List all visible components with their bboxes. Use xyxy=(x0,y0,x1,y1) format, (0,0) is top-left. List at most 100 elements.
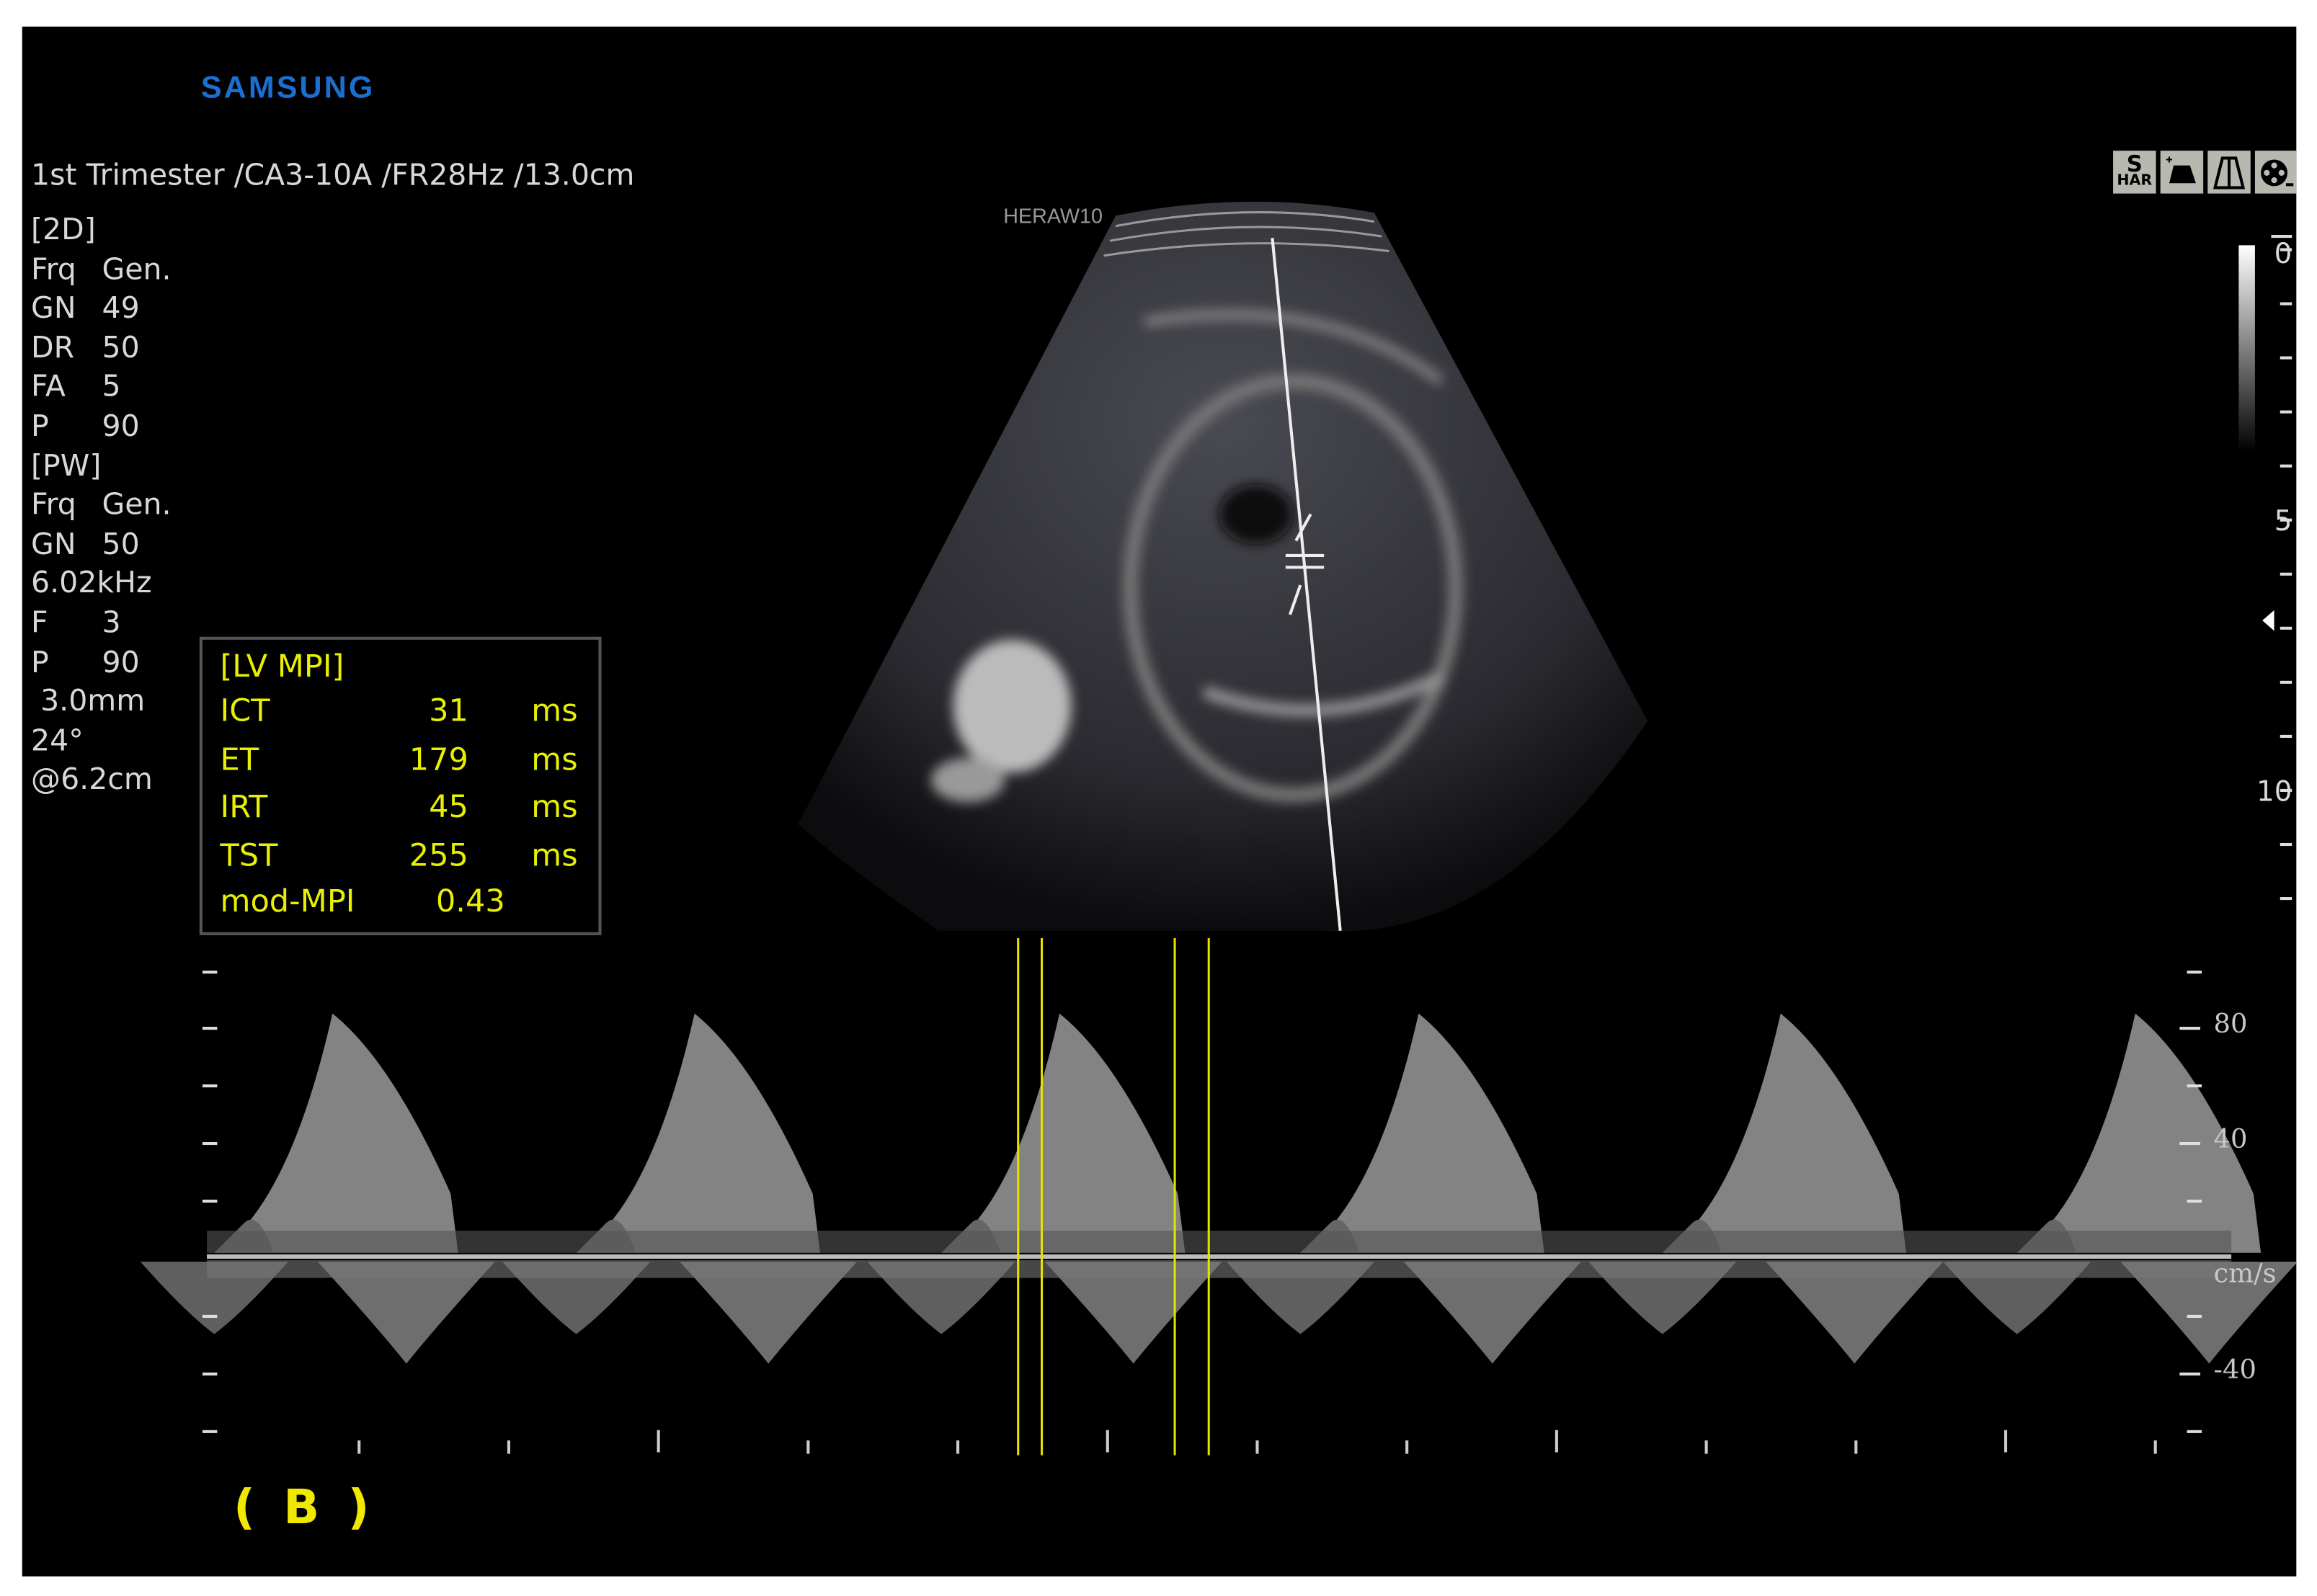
velocity-tick xyxy=(2187,1084,2202,1088)
doppler-spectrum xyxy=(140,1013,2297,1364)
time-tick xyxy=(956,1440,960,1454)
param-value: Gen. xyxy=(102,486,172,522)
velocity-tick-left xyxy=(202,1372,218,1376)
velocity-label-80: 80 xyxy=(2213,1009,2248,1040)
mpi-label: TST xyxy=(220,837,278,873)
param-label: GN xyxy=(31,525,76,561)
mpi-value: 255 xyxy=(409,837,468,873)
param-label: @6.2cm xyxy=(31,761,153,797)
velocity-tick-left xyxy=(202,1027,218,1030)
velocity-tick xyxy=(2187,1199,2202,1203)
baseline xyxy=(207,1254,2232,1259)
probe-label: HERAW10 xyxy=(1003,203,1103,228)
section-pw-title: [PW] xyxy=(31,447,102,483)
param-label: 6.02kHz xyxy=(31,564,152,601)
param-row: F3 xyxy=(31,602,171,642)
velocity-tick-left xyxy=(202,1141,218,1146)
depth-tick xyxy=(2280,842,2292,847)
mpi-unit: ms xyxy=(531,692,578,728)
param-row: P 90 xyxy=(31,406,171,446)
param-label: P xyxy=(31,643,49,679)
velocity-tick-left xyxy=(202,1430,218,1433)
velocity-tick-left xyxy=(202,971,218,974)
film-reel-icon[interactable] xyxy=(2254,151,2297,194)
param-value: 90 xyxy=(102,643,140,679)
param-label: GN xyxy=(31,290,76,326)
param-row: 24° xyxy=(31,721,171,760)
systolic-peak xyxy=(1662,1013,1907,1253)
param-label: DR xyxy=(31,329,75,365)
ultrasound-screen: SAMSUNG 1st Trimester /CA3-10A /FR28Hz /… xyxy=(22,26,2297,1577)
velocity-tick xyxy=(2179,1141,2201,1146)
mpi-label: ICT xyxy=(220,692,270,728)
mpi-value: 45 xyxy=(429,788,468,825)
velocity-tick xyxy=(2187,971,2202,974)
velocity-label-minus40: -40 xyxy=(2213,1355,2256,1386)
depth-tick xyxy=(2280,464,2292,468)
param-value: 5 xyxy=(102,368,121,404)
param-label: 3.0mm xyxy=(31,682,146,718)
systolic-peak xyxy=(1300,1013,1544,1253)
time-tick xyxy=(507,1440,511,1454)
param-row: FA 5 xyxy=(31,367,171,406)
samsung-logo: SAMSUNG xyxy=(200,71,375,105)
mpi-label: IRT xyxy=(220,788,268,825)
time-tick xyxy=(657,1430,660,1453)
systolic-peak xyxy=(576,1013,820,1253)
exam-header: 1st Trimester /CA3-10A /FR28Hz /13.0cm xyxy=(31,156,635,192)
mpi-label: ET xyxy=(220,741,259,777)
param-value: 50 xyxy=(102,329,140,365)
param-row: GN 49 xyxy=(31,288,171,328)
velocity-tick xyxy=(2187,1430,2202,1433)
param-row: DR 50 xyxy=(31,328,171,367)
velocity-tick-left xyxy=(202,1314,218,1318)
param-label: F xyxy=(31,604,48,640)
param-row: GN 50 xyxy=(31,524,171,563)
s-har-icon[interactable]: S HAR xyxy=(2113,151,2156,194)
velocity-tick xyxy=(2179,1027,2201,1030)
mpi-value: 179 xyxy=(409,741,468,777)
panel-tag: ( B ) xyxy=(233,1479,375,1535)
param-row: 6.02kHz xyxy=(31,563,171,603)
parameter-panel: [2D] Frq Gen. GN 49 DR 50 FA 5 P 90 [PW] Frq Gen. G… xyxy=(31,210,171,799)
mpi-row-irt: IRT 45 ms xyxy=(221,789,590,834)
mpi-unit: ms xyxy=(531,788,578,825)
baseline-noise xyxy=(207,1260,2232,1278)
param-row: Frq Gen. xyxy=(31,249,171,289)
velocity-tick-left xyxy=(202,1199,218,1203)
mode-icon-bar: S HAR xyxy=(2113,151,2297,194)
mpi-title: [LV MPI] xyxy=(220,648,344,685)
velocity-label-40: 40 xyxy=(2213,1124,2248,1156)
depth-tick xyxy=(2280,680,2292,684)
param-value: Gen. xyxy=(102,250,172,286)
param-row: P 90 xyxy=(31,642,171,682)
time-tick xyxy=(1106,1430,1109,1453)
time-tick xyxy=(1854,1440,1858,1454)
time-tick xyxy=(2153,1440,2157,1454)
focus-marker-icon xyxy=(2262,610,2274,631)
mpi-row-ict: ICT 31 ms xyxy=(221,693,590,738)
depth-label-10: 10 xyxy=(2256,775,2292,808)
section-2d-title: [2D] xyxy=(31,211,96,247)
param-value: 50 xyxy=(102,525,140,561)
time-tick xyxy=(1405,1440,1409,1454)
systolic-peak xyxy=(214,1013,458,1253)
param-value: 3 xyxy=(102,604,121,640)
zoom-2d-icon[interactable] xyxy=(2160,151,2204,194)
depth-tick xyxy=(2280,626,2292,630)
param-row: Frq Gen. xyxy=(31,485,171,525)
time-tick xyxy=(357,1440,361,1454)
param-label: Frq xyxy=(31,250,76,286)
depth-tick xyxy=(2280,734,2292,738)
param-label: FA xyxy=(31,368,66,404)
velocity-tick xyxy=(2179,1372,2201,1376)
time-tick xyxy=(1255,1440,1259,1454)
time-tick xyxy=(806,1440,810,1454)
param-label: P xyxy=(31,407,49,444)
gray-bar xyxy=(2238,245,2255,453)
depth-tick xyxy=(2280,356,2292,360)
mod-mpi-label: mod-MPI xyxy=(220,883,355,919)
depth-tick xyxy=(2280,897,2292,901)
depth-label-5: 5 xyxy=(2274,505,2292,538)
trapezoid-icon[interactable] xyxy=(2207,151,2251,194)
